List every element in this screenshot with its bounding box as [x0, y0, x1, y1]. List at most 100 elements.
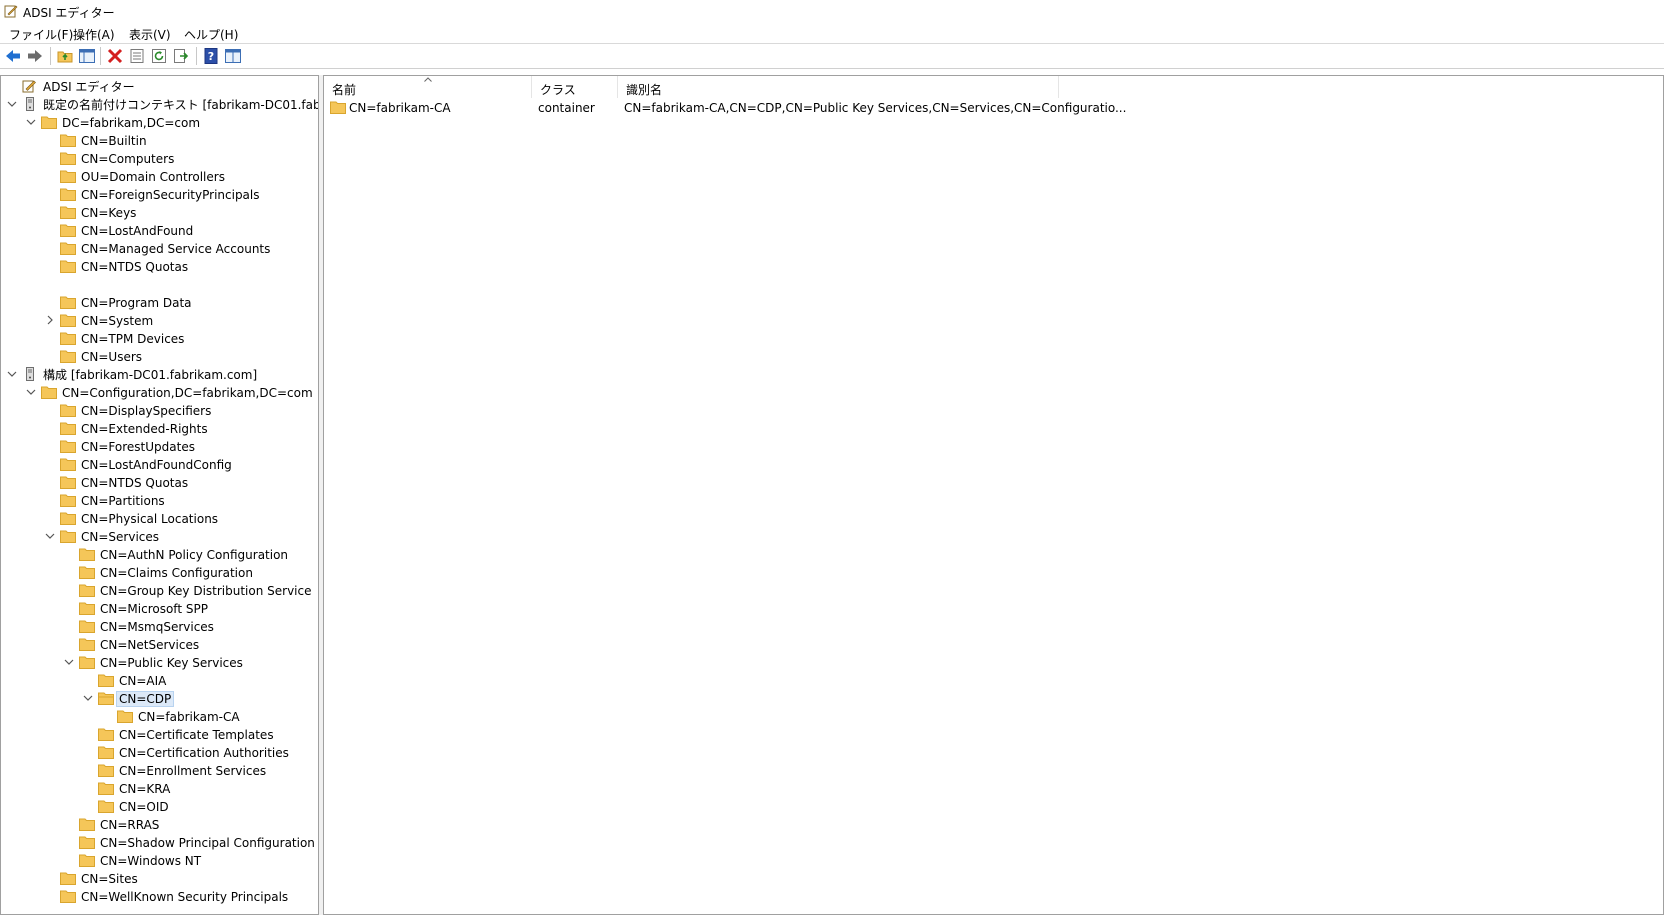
chevron-down-icon[interactable]	[25, 115, 37, 129]
tree-node[interactable]: OU=Domain Controllers	[1, 168, 318, 186]
tree-node[interactable]: CN=Builtin	[1, 132, 318, 150]
server-icon	[26, 367, 34, 381]
tree-node[interactable]: CN=CDP	[1, 690, 318, 708]
toolbar-separator	[100, 47, 101, 65]
tree-node[interactable]: CN=WellKnown Security Principals	[1, 888, 318, 906]
help-icon[interactable]: ?	[202, 47, 220, 65]
folder-icon	[79, 656, 95, 669]
tree-node-label: CN=Services	[81, 530, 160, 544]
folder-icon	[60, 890, 76, 903]
tree-node[interactable]: CN=fabrikam-CA	[1, 708, 318, 726]
folder-icon	[60, 440, 76, 453]
tree-node[interactable]: CN=ForeignSecurityPrincipals	[1, 186, 318, 204]
menu-view[interactable]: 表示(V)	[129, 26, 171, 43]
tree-node[interactable]: CN=MsmqServices	[1, 618, 318, 636]
folder-icon	[117, 710, 133, 723]
tree-node[interactable]: CN=DisplaySpecifiers	[1, 402, 318, 420]
tree-node[interactable]: CN=Services	[1, 528, 318, 546]
tree-node-label: CN=Windows NT	[100, 854, 202, 868]
tree-node-label: OU=Domain Controllers	[81, 170, 225, 184]
console-tree-icon[interactable]	[224, 47, 242, 65]
back-arrow-icon[interactable]	[4, 47, 22, 65]
menu-action[interactable]: 操作(A)	[73, 26, 115, 43]
folder-icon	[60, 314, 76, 327]
tree-node[interactable]: CN=Keys	[1, 204, 318, 222]
folder-icon	[60, 296, 76, 309]
tree-node[interactable]: CN=Extended-Rights	[1, 420, 318, 438]
forward-arrow-icon[interactable]	[26, 47, 44, 65]
chevron-right-icon[interactable]	[44, 313, 56, 327]
tree-node[interactable]: CN=NTDS Quotas	[1, 258, 318, 276]
menu-file[interactable]: ファイル(F)	[9, 26, 73, 43]
tree-node-label: CN=DisplaySpecifiers	[81, 404, 212, 418]
tree-node[interactable]: CN=Program Data	[1, 294, 318, 312]
tree-node[interactable]: CN=AIA	[1, 672, 318, 690]
tree-node[interactable]: CN=RRAS	[1, 816, 318, 834]
tree-node-label: CN=Users	[81, 350, 143, 364]
folder-icon	[98, 728, 114, 741]
tree-node[interactable]: 構成 [fabrikam-DC01.fabrikam.com]	[1, 366, 318, 384]
tree-node[interactable]: CN=NTDS Quotas	[1, 474, 318, 492]
folder-icon	[98, 764, 114, 777]
delete-icon[interactable]	[106, 47, 124, 65]
tree-node[interactable]: DC=fabrikam,DC=com	[1, 114, 318, 132]
refresh-icon[interactable]	[150, 47, 168, 65]
folder-icon	[60, 476, 76, 489]
tree-node[interactable]: CN=Microsoft SPP	[1, 600, 318, 618]
column-header-distinguished-name[interactable]: 識別名	[618, 76, 1059, 98]
tree-node-blank	[1, 276, 318, 294]
tree-node-label: CN=Enrollment Services	[119, 764, 267, 778]
chevron-down-icon[interactable]	[6, 367, 18, 381]
details-list-pane[interactable]: 名前 クラス 識別名 CN=fabrikam-CA container CN=f…	[323, 75, 1664, 915]
tree-node[interactable]: CN=NetServices	[1, 636, 318, 654]
tree-node[interactable]: CN=Public Key Services	[1, 654, 318, 672]
tree-node[interactable]: CN=KRA	[1, 780, 318, 798]
console-tree-pane[interactable]: ADSI エディター 既定の名前付けコンテキスト [fabrikam-DC01.f…	[0, 75, 319, 915]
tree-node-label: CN=MsmqServices	[100, 620, 214, 634]
export-list-icon[interactable]	[172, 47, 190, 65]
chevron-down-icon[interactable]	[6, 97, 18, 111]
column-header-class[interactable]: クラス	[532, 76, 618, 98]
tree-node[interactable]: CN=Group Key Distribution Service	[1, 582, 318, 600]
up-folder-icon[interactable]	[56, 47, 74, 65]
adsi-edit-icon	[22, 80, 36, 93]
chevron-down-icon[interactable]	[82, 691, 94, 705]
tree-node[interactable]: CN=Claims Configuration	[1, 564, 318, 582]
tree-node[interactable]: CN=Users	[1, 348, 318, 366]
tree-node[interactable]: CN=Computers	[1, 150, 318, 168]
folder-icon	[60, 224, 76, 237]
tree-node[interactable]: CN=AuthN Policy Configuration	[1, 546, 318, 564]
tree-node[interactable]: CN=Configuration,DC=fabrikam,DC=com	[1, 384, 318, 402]
tree-node-label: CN=Extended-Rights	[81, 422, 208, 436]
tree-node[interactable]: CN=TPM Devices	[1, 330, 318, 348]
chevron-down-icon[interactable]	[25, 385, 37, 399]
chevron-down-icon[interactable]	[63, 655, 75, 669]
tree-node-label: CN=Computers	[81, 152, 175, 166]
chevron-down-icon[interactable]	[44, 529, 56, 543]
tree-node[interactable]: CN=LostAndFound	[1, 222, 318, 240]
column-header-name[interactable]: 名前	[324, 76, 532, 98]
tree-node[interactable]: CN=System	[1, 312, 318, 330]
tree-node[interactable]: 既定の名前付けコンテキスト [fabrikam-DC01.fabrikam.co…	[1, 96, 318, 114]
properties-icon[interactable]	[128, 47, 146, 65]
folder-icon	[79, 818, 95, 831]
tree-node[interactable]: CN=Shadow Principal Configuration	[1, 834, 318, 852]
tree-node[interactable]: CN=Managed Service Accounts	[1, 240, 318, 258]
tree-node[interactable]: CN=OID	[1, 798, 318, 816]
tree-node[interactable]: CN=ForestUpdates	[1, 438, 318, 456]
tree-node[interactable]: CN=LostAndFoundConfig	[1, 456, 318, 474]
tree-node[interactable]: CN=Windows NT	[1, 852, 318, 870]
tree-node[interactable]: CN=Certification Authorities	[1, 744, 318, 762]
tree-node[interactable]: CN=Sites	[1, 870, 318, 888]
tree-node[interactable]: CN=Partitions	[1, 492, 318, 510]
menu-help[interactable]: ヘルプ(H)	[184, 26, 238, 43]
tree-node[interactable]: CN=Certificate Templates	[1, 726, 318, 744]
tree-node-label: CN=RRAS	[100, 818, 160, 832]
tree-node[interactable]: ADSI エディター	[1, 78, 318, 96]
tree-node[interactable]: CN=Physical Locations	[1, 510, 318, 528]
show-hide-tree-icon[interactable]	[78, 47, 96, 65]
list-row[interactable]: CN=fabrikam-CA container CN=fabrikam-CA,…	[324, 98, 1663, 116]
tree-node-label: CN=TPM Devices	[81, 332, 185, 346]
folder-icon	[79, 584, 95, 597]
tree-node[interactable]: CN=Enrollment Services	[1, 762, 318, 780]
